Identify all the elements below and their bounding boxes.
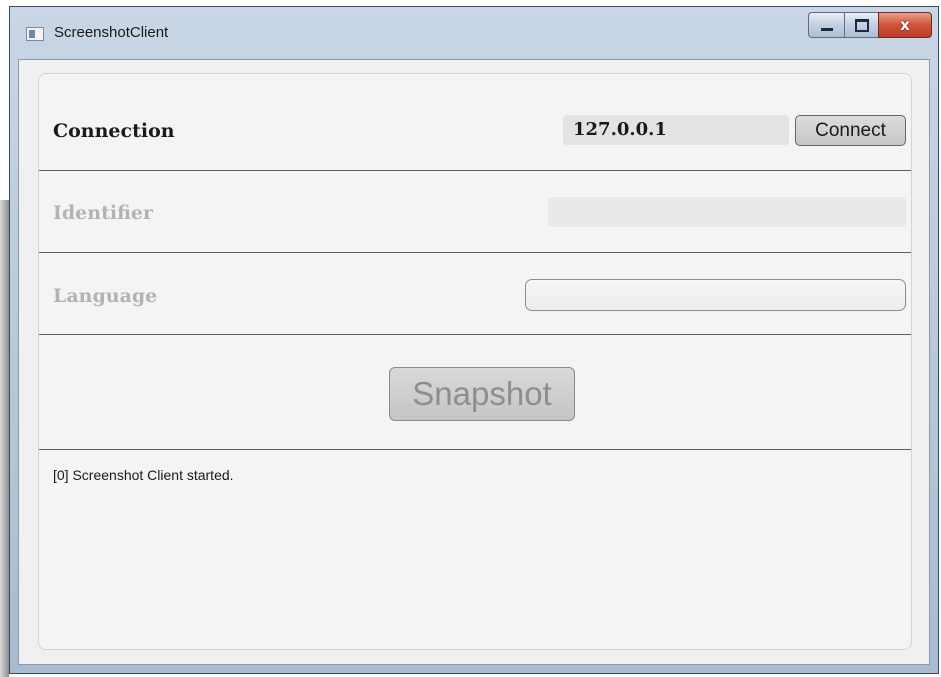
identifier-label: Identifier	[53, 202, 153, 224]
maximize-icon	[854, 18, 869, 32]
app-window: ScreenshotClient x Connection 127.0.0.1 …	[9, 6, 939, 674]
maximize-button[interactable]	[844, 12, 878, 38]
window-title: ScreenshotClient	[54, 24, 169, 41]
minimize-icon	[820, 27, 833, 31]
identifier-field	[548, 197, 906, 227]
close-button[interactable]: x	[878, 12, 932, 38]
divider	[39, 334, 911, 335]
language-label: Language	[53, 285, 158, 307]
client-area: Connection 127.0.0.1 Connect Identifier …	[18, 59, 930, 665]
ip-address-field[interactable]: 127.0.0.1	[563, 115, 789, 145]
title-bar[interactable]: ScreenshotClient x	[10, 7, 938, 59]
main-panel: Connection 127.0.0.1 Connect Identifier …	[38, 73, 912, 650]
log-output: [0] Screenshot Client started.	[53, 467, 234, 483]
app-window-icon	[26, 27, 44, 41]
divider	[39, 170, 911, 171]
snapshot-button[interactable]: Snapshot	[389, 367, 575, 421]
divider	[39, 252, 911, 253]
language-field[interactable]	[525, 279, 906, 311]
divider	[39, 449, 911, 450]
close-icon: x	[900, 16, 910, 34]
window-controls: x	[808, 12, 932, 40]
connection-label: Connection	[53, 120, 175, 142]
minimize-button[interactable]	[808, 12, 844, 38]
connect-button[interactable]: Connect	[795, 115, 906, 146]
background-window-edge	[0, 200, 9, 677]
